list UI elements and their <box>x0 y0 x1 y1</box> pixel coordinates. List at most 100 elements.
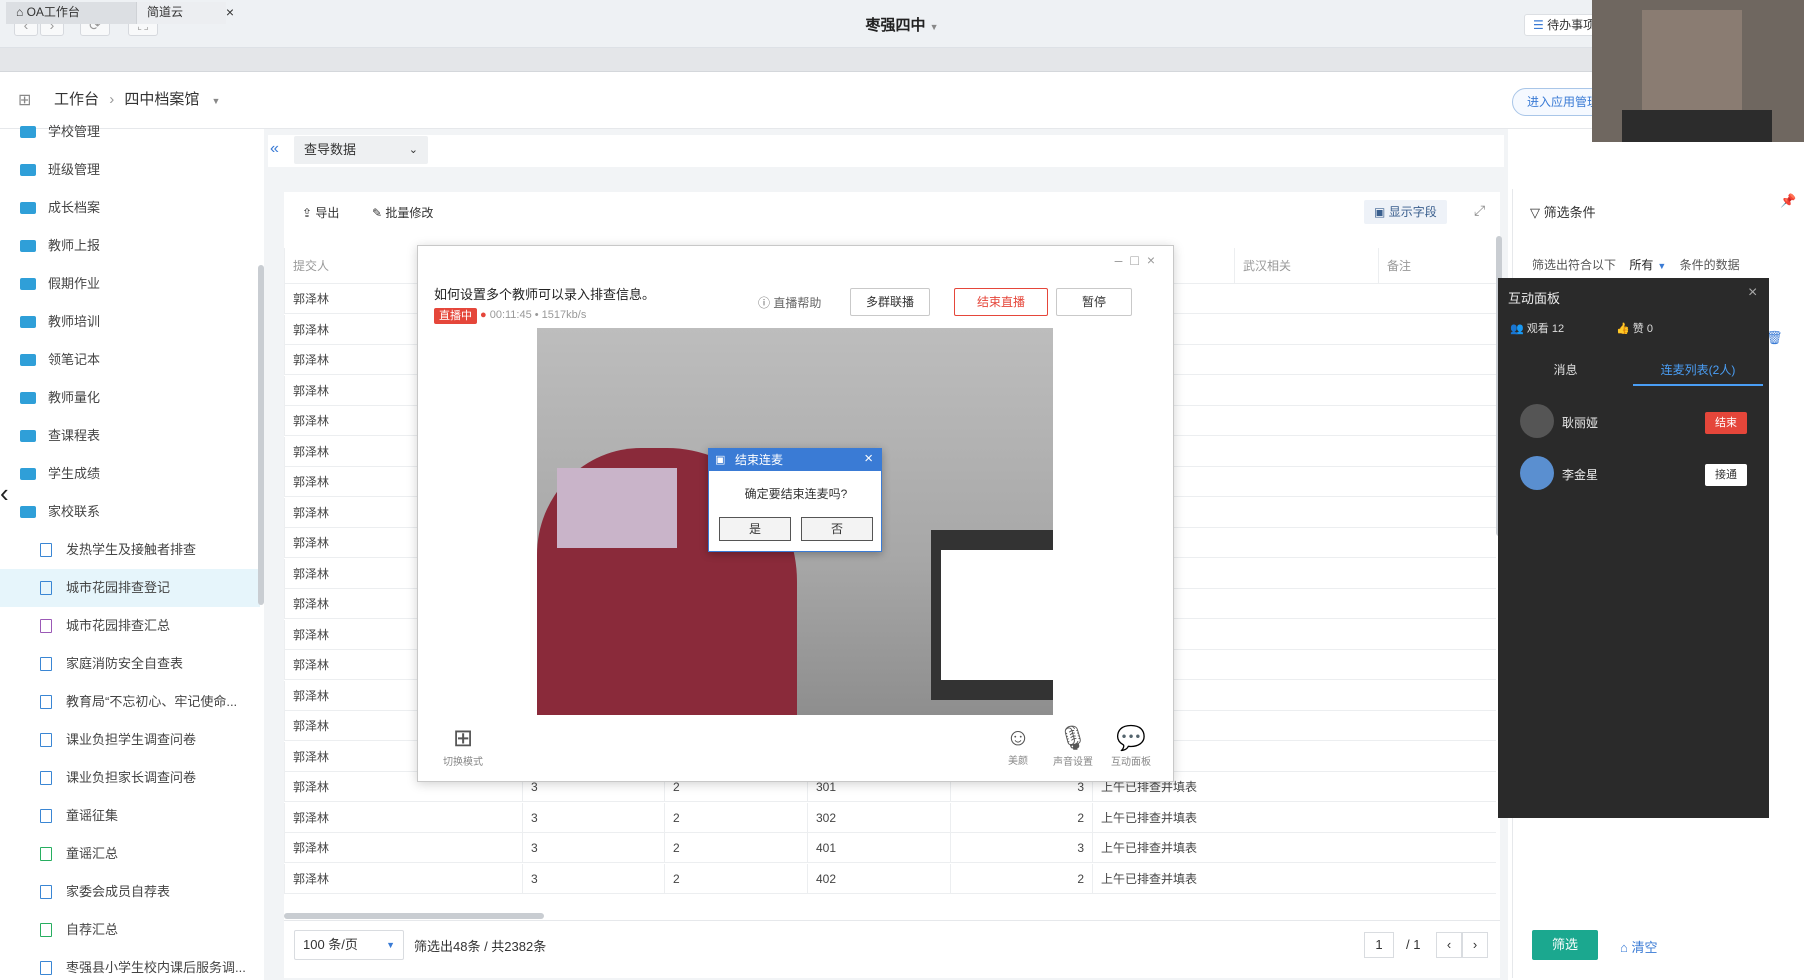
tab-messages[interactable]: 消息 <box>1498 356 1633 386</box>
sidebar-item[interactable]: 成长档案 <box>0 189 260 227</box>
clear-button[interactable]: ⌂ 清空 <box>1620 937 1658 956</box>
table-cell: 上午已排查并填表 <box>1092 802 1234 833</box>
sidebar-item[interactable]: 童谣汇总 <box>0 835 260 873</box>
tab-jiandaoyun[interactable]: 简道云 × <box>136 2 234 24</box>
home-icon: ⌂ <box>16 5 24 19</box>
column-header[interactable]: 备注 <box>1378 248 1496 284</box>
interaction-panel-button[interactable]: 💬 互动面板 <box>1104 724 1158 768</box>
end-link-button[interactable]: 结束 <box>1705 412 1747 434</box>
sidebar-item[interactable]: 班级管理 <box>0 151 260 189</box>
sidebar-item-label: 学校管理 <box>48 124 101 139</box>
sidebar-item[interactable]: 领笔记本 <box>0 341 260 379</box>
likes-label: 赞 0 <box>1632 323 1653 335</box>
page-input[interactable]: 1 <box>1364 932 1394 958</box>
summary-text: 筛选出48条 / 共2382条 <box>414 939 547 954</box>
tab-link-list[interactable]: 连麦列表(2人) <box>1633 356 1763 386</box>
sidebar-item[interactable]: 家校联系 <box>0 493 260 531</box>
sidebar-item[interactable]: 学生成绩 <box>0 455 260 493</box>
sidebar-item[interactable]: 教育局“不忘初心、牢记使命... <box>0 683 260 721</box>
sidebar-item[interactable]: 家委会成员自荐表 <box>0 873 260 911</box>
folder-icon <box>20 240 36 252</box>
sidebar-item[interactable]: 城市花园排查汇总 <box>0 607 260 645</box>
close-icon[interactable]: × <box>1748 284 1757 302</box>
sidebar-item[interactable]: 童谣征集 <box>0 797 260 835</box>
sidebar-item[interactable]: 自荐汇总 <box>0 911 260 949</box>
table-scrollbar-h[interactable] <box>284 913 544 919</box>
folder-icon <box>20 354 36 366</box>
confirm-yes-button[interactable]: 是 <box>719 517 791 541</box>
sidebar-item[interactable]: 家庭消防安全自查表 <box>0 645 260 683</box>
page-size-select[interactable]: 100 条/页 ▼ <box>294 930 404 960</box>
close-icon[interactable]: × <box>226 2 234 23</box>
pause-button[interactable]: 暂停 <box>1056 288 1132 316</box>
fields-icon: ▣ <box>1374 205 1386 219</box>
batch-edit-button[interactable]: ✎ 批量修改 <box>372 204 433 221</box>
sidebar-item-label: 家校联系 <box>48 504 101 519</box>
clear-icon: ⌂ <box>1620 940 1628 955</box>
caret-down-icon[interactable]: ▼ <box>1657 261 1666 271</box>
table-row[interactable]: 郭泽林 3 2 402 2 上午已排查并填表 <box>284 863 1496 894</box>
prev-page-button[interactable]: ‹ <box>1436 932 1462 958</box>
sidebar-item[interactable]: 课业负担学生调查问卷 <box>0 721 260 759</box>
beauty-button[interactable]: ☺ 美颜 <box>998 724 1038 767</box>
sidebar-item[interactable]: 学校管理 <box>0 113 260 151</box>
next-page-button[interactable]: › <box>1462 932 1488 958</box>
sidebar-item-label: 枣强县小学生校内课后服务调... <box>66 960 246 975</box>
breadcrumb-home[interactable]: 工作台 <box>54 91 99 108</box>
sidebar-item-label: 课业负担学生调查问卷 <box>66 732 197 747</box>
sidebar-item-label: 城市花园排查汇总 <box>66 618 171 633</box>
sidebar-item[interactable]: 枣强县小学生校内课后服务调... <box>0 949 260 980</box>
folder-icon <box>20 278 36 290</box>
form-icon <box>40 657 52 671</box>
pin-icon[interactable]: 📌 <box>1780 193 1796 209</box>
query-select[interactable]: 查导数据 ⌄ <box>294 136 428 164</box>
sidebar-item[interactable]: 查课程表 <box>0 417 260 455</box>
sidebar-item[interactable]: 发热学生及接触者排查 <box>0 531 260 569</box>
filter-icon: ▽ <box>1530 205 1540 220</box>
condition-select[interactable]: 所有 <box>1629 258 1653 272</box>
table-row[interactable]: 郭泽林 3 2 401 3 上午已排查并填表 <box>284 833 1496 863</box>
sidebar-item[interactable]: 假期作业 <box>0 265 260 303</box>
sidebar-item-label: 童谣汇总 <box>66 846 119 861</box>
live-stats-text: 00:11:45 • 1517kb/s <box>489 309 587 321</box>
export-button[interactable]: ⇪ 导出 <box>302 204 339 221</box>
expand-icon[interactable]: ⤢ <box>1474 202 1485 219</box>
multi-group-button[interactable]: 多群联播 <box>850 288 930 316</box>
report-icon <box>40 923 52 937</box>
sidebar-item[interactable]: 课业负担家长调查问卷 <box>0 759 260 797</box>
chevron-left-icon[interactable]: ‹ <box>0 480 9 506</box>
filter-button[interactable]: 筛选 <box>1532 930 1598 960</box>
end-live-button[interactable]: 结束直播 <box>954 288 1048 316</box>
folder-icon <box>20 430 36 442</box>
panel-label: 互动面板 <box>1111 757 1151 768</box>
column-header[interactable]: 武汉相关 <box>1234 248 1378 284</box>
collapse-sidebar-icon[interactable]: « <box>270 140 279 158</box>
table-cell: 3 <box>522 863 664 894</box>
tab-oa[interactable]: ⌂ OA工作台 <box>6 2 136 24</box>
caret-down-icon[interactable]: ▼ <box>212 96 221 106</box>
sidebar-item[interactable]: 教师培训 <box>0 303 260 341</box>
accept-link-button[interactable]: 接通 <box>1705 464 1747 486</box>
tab-bar <box>0 48 1804 72</box>
help-button[interactable]: ⓘ 直播帮助 <box>758 294 821 311</box>
window-controls[interactable]: –□× <box>1115 252 1163 268</box>
condition-prefix: 筛选出符合以下 <box>1532 258 1617 272</box>
show-fields-button[interactable]: ▣ 显示字段 <box>1364 200 1447 224</box>
breadcrumb-current[interactable]: 四中档案馆 <box>124 91 199 108</box>
sidebar-item[interactable]: 城市花园排查登记 <box>0 569 260 607</box>
sidebar-item-label: 班级管理 <box>48 162 101 177</box>
sound-settings-button[interactable]: 🎙 声音设置 <box>1048 724 1098 768</box>
table-row[interactable]: 郭泽林 3 2 302 2 上午已排查并填表 <box>284 802 1496 833</box>
sidebar-item[interactable]: 教师上报 <box>0 227 260 265</box>
sidebar-item-label: 发热学生及接触者排查 <box>66 542 197 557</box>
sidebar-item-label: 成长档案 <box>48 200 101 215</box>
tab-label: OA工作台 <box>26 5 80 19</box>
sidebar-item[interactable]: 教师量化 <box>0 379 260 417</box>
table-cell: 2 <box>950 802 1092 833</box>
close-icon[interactable]: × <box>864 450 873 467</box>
confirm-no-button[interactable]: 否 <box>801 517 873 541</box>
app-title-text[interactable]: 枣强四中 <box>865 17 925 34</box>
switch-mode-button[interactable]: ⊞ 切换模式 <box>438 724 488 768</box>
apps-grid-icon[interactable]: ⊞ <box>18 90 31 110</box>
shirt <box>1622 110 1772 142</box>
